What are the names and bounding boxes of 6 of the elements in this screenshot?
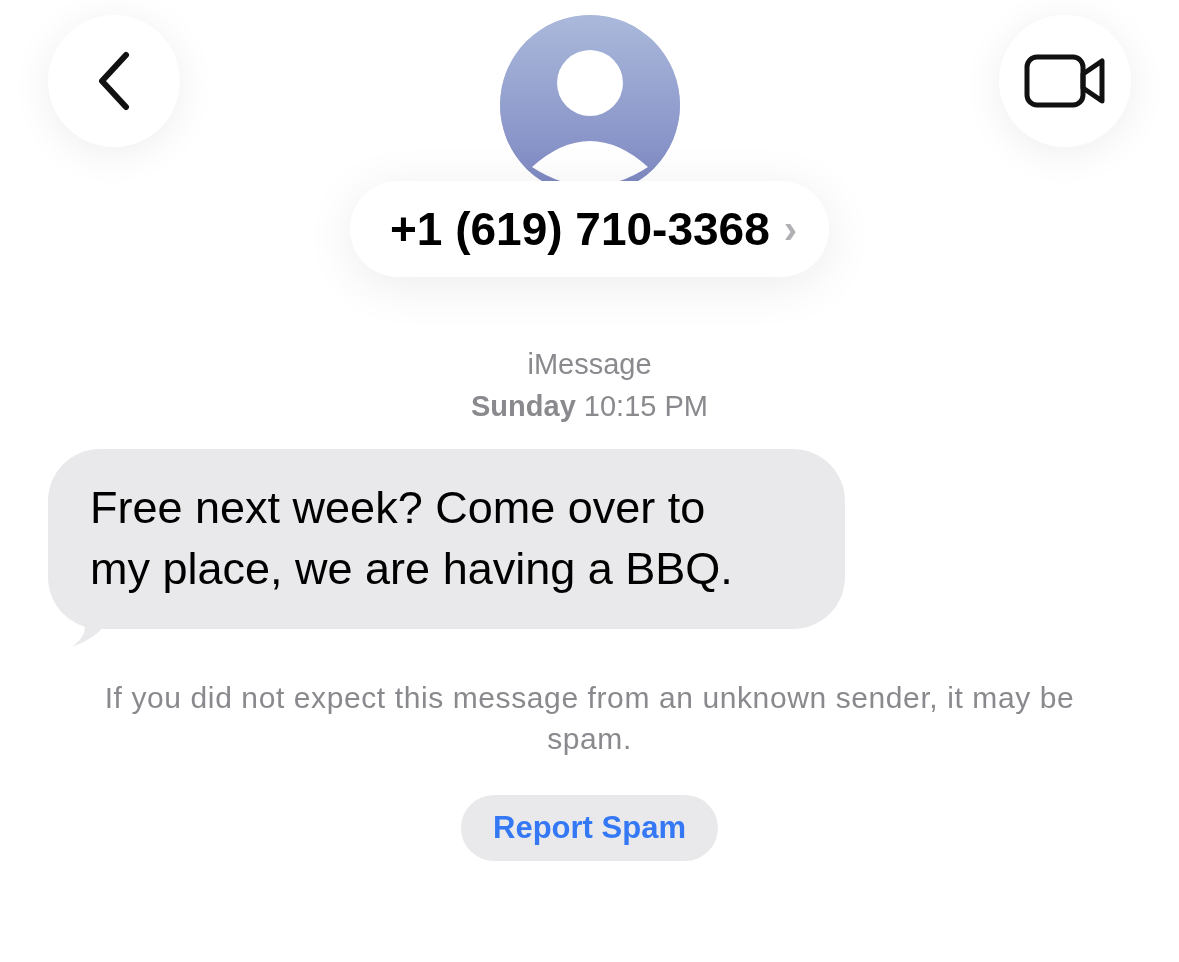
message-bubble: Free next week? Come over to my place, we are having a BBQ. bbox=[48, 449, 845, 629]
video-camera-icon bbox=[1024, 54, 1106, 108]
service-label: iMessage bbox=[526, 347, 653, 382]
back-icon bbox=[96, 51, 132, 111]
timestamp: Sunday 10:15 PM bbox=[470, 389, 709, 424]
spam-notice: If you did not expect this message from an unknown sender, it may be spam. bbox=[103, 680, 1076, 757]
